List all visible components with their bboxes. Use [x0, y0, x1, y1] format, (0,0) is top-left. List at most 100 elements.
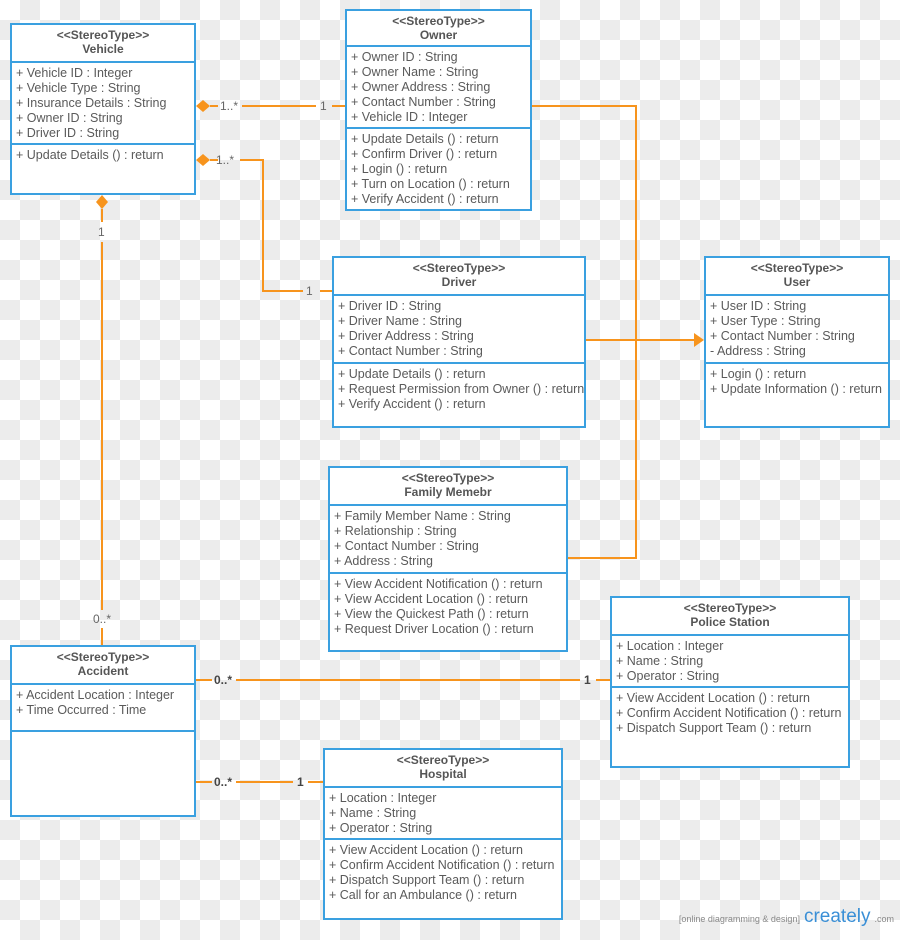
method: + View Accident Notification () : return — [334, 577, 543, 591]
class-header: <<StereoType>> Family Memebr — [330, 468, 566, 506]
attributes: + Owner ID : String + Owner Name : String… — [347, 47, 530, 129]
stereotype: <<StereoType>> — [401, 471, 495, 485]
methods: + Update Details () : return + Confirm Dr… — [347, 129, 530, 210]
attribute: + Vehicle ID : Integer — [351, 110, 468, 124]
method: + Confirm Accident Notification () : ret… — [616, 706, 842, 720]
attributes: + Family Member Name : String + Relations… — [330, 506, 566, 574]
attribute: + Family Member Name : String — [334, 509, 511, 523]
attribute: + Vehicle Type : String — [16, 81, 141, 95]
attribute: + Name : String — [616, 654, 704, 668]
attributes: + Location : Integer + Name : String + Ope… — [325, 788, 561, 840]
method: + Verify Accident () : return — [351, 192, 499, 206]
attributes: + Vehicle ID : Integer + Vehicle Type : S… — [12, 63, 194, 145]
stereotype: <<StereoType>> — [396, 753, 490, 767]
attribute: + Operator : String — [329, 821, 433, 835]
attribute: + Contact Number : String — [338, 344, 483, 358]
stereotype: <<StereoType>> — [750, 261, 844, 275]
vehicle-driver-line — [210, 159, 332, 292]
class-accident[interactable]: <<StereoType>> Accident + Accident Locatio… — [10, 645, 196, 817]
attribute: + Location : Integer — [616, 639, 724, 653]
generalization-arrow — [694, 333, 704, 347]
multiplicity: 1..* — [220, 99, 239, 113]
attribute: + Name : String — [329, 806, 417, 820]
composition-diamond — [96, 195, 108, 209]
multiplicity: 1..* — [216, 153, 235, 167]
method: + View Accident Location () : return — [329, 843, 523, 857]
class-name: Accident — [77, 664, 129, 678]
method: + Confirm Accident Notification () : ret… — [329, 858, 555, 872]
attribute: + Relationship : String — [334, 524, 457, 538]
attributes: + Accident Location : Integer + Time Occu… — [12, 685, 194, 732]
attribute: + Operator : String — [616, 669, 720, 683]
class-header: <<StereoType>> User — [706, 258, 888, 296]
class-name: Owner — [419, 28, 458, 42]
attribute: + Contact Number : String — [351, 95, 496, 109]
class-header: <<StereoType>> Accident — [12, 647, 194, 685]
attribute: + Driver Address : String — [338, 329, 474, 343]
multiplicity: 1 — [320, 99, 327, 113]
multiplicity: 1 — [297, 775, 304, 789]
stereotype: <<StereoType>> — [412, 261, 506, 275]
method: + Update Information () : return — [710, 382, 882, 396]
creately-logo: creately — [803, 906, 871, 927]
class-name: Police Station — [690, 615, 770, 629]
multiplicity: 0..* — [93, 612, 112, 626]
class-vehicle[interactable]: <<StereoType>> Vehicle + Vehicle ID : Inte… — [10, 23, 196, 195]
class-user[interactable]: <<StereoType>> User + User ID : String + Us… — [704, 256, 890, 428]
method: + View the Quickest Path () : return — [334, 607, 529, 621]
method: + Dispatch Support Team () : return — [616, 721, 812, 735]
attributes: + Driver ID : String + Driver Name : Stri… — [334, 296, 584, 364]
tagline: [online diagramming & design] — [678, 914, 800, 924]
class-header: <<StereoType>> Police Station — [612, 598, 848, 636]
attribute: - Address : String — [710, 344, 806, 358]
attribute: + Vehicle ID : Integer — [16, 66, 133, 80]
class-name: Family Memebr — [404, 485, 492, 499]
class-police[interactable]: <<StereoType>> Police Station + Location :… — [610, 596, 850, 768]
composition-diamond — [196, 100, 210, 112]
class-hospital[interactable]: <<StereoType>> Hospital + Location : Integ… — [323, 748, 563, 920]
stereotype: <<StereoType>> — [56, 650, 150, 664]
attribute: + Owner ID : String — [16, 111, 123, 125]
methods — [12, 732, 194, 738]
attribute: + Owner Name : String — [351, 65, 479, 79]
method: + Update Details () : return — [338, 367, 486, 381]
class-header: <<StereoType>> Owner — [347, 11, 530, 47]
class-driver[interactable]: <<StereoType>> Driver + Driver ID : String… — [332, 256, 586, 428]
method: + Confirm Driver () : return — [351, 147, 498, 161]
class-name: Driver — [441, 275, 477, 289]
attribute: + Owner Address : String — [351, 80, 491, 94]
attribute: + Driver Name : String — [338, 314, 462, 328]
creately-branding: [online diagramming & design] creately .… — [679, 906, 894, 928]
multiplicity: 0..* — [214, 775, 233, 789]
attribute: + Contact Number : String — [334, 539, 479, 553]
class-name: Vehicle — [82, 42, 124, 56]
methods: + Update Details () : return — [12, 145, 194, 166]
attribute: + User ID : String — [710, 299, 807, 313]
logo-suffix: .com — [874, 914, 894, 924]
multiplicity: 1 — [98, 225, 105, 239]
class-name: User — [783, 275, 811, 289]
multiplicity: 1 — [584, 673, 591, 687]
class-family[interactable]: <<StereoType>> Family Memebr + Family Memb… — [328, 466, 568, 652]
class-header: <<StereoType>> Vehicle — [12, 25, 194, 63]
methods: + Update Details () : return + Request Pe… — [334, 364, 584, 415]
attribute: + User Type : String — [710, 314, 821, 328]
class-owner[interactable]: <<StereoType>> Owner + Owner ID : String + … — [345, 9, 532, 211]
methods: + View Accident Notification () : return… — [330, 574, 566, 640]
attribute: + Address : String — [334, 554, 434, 568]
method: + Verify Accident () : return — [338, 397, 486, 411]
attribute: + Insurance Details : String — [16, 96, 167, 110]
class-name: Hospital — [419, 767, 467, 781]
class-header: <<StereoType>> Hospital — [325, 750, 561, 788]
attribute: + Owner ID : String — [351, 50, 458, 64]
methods: + View Accident Location () : return + Co… — [612, 688, 848, 739]
stereotype: <<StereoType>> — [56, 28, 150, 42]
stereotype: <<StereoType>> — [683, 601, 777, 615]
attribute: + Location : Integer — [329, 791, 437, 805]
method: + Request Permission from Owner () : ret… — [338, 382, 585, 396]
method: + Turn on Location () : return — [351, 177, 510, 191]
methods: + Login () : return + Update Information … — [706, 364, 888, 400]
stereotype: <<StereoType>> — [392, 14, 485, 28]
method: + View Accident Location () : return — [334, 592, 528, 606]
attributes: + Location : Integer + Name : String + Ope… — [612, 636, 848, 688]
